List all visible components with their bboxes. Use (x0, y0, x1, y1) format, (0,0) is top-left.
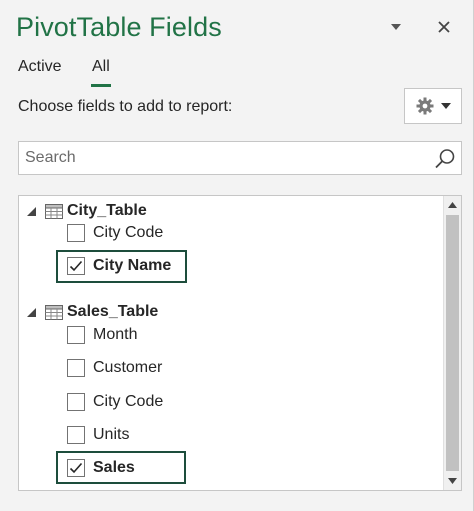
field-city-name[interactable]: City Name (67, 252, 171, 280)
field-label: City Code (93, 393, 164, 410)
field-month[interactable]: Month (67, 321, 137, 349)
field-checkbox[interactable] (67, 257, 85, 275)
field-checkbox[interactable] (67, 426, 85, 444)
field-checkbox[interactable] (67, 326, 85, 344)
triangle-down-icon (26, 206, 36, 216)
table-icon (45, 304, 63, 320)
scroll-thumb[interactable] (446, 215, 459, 471)
pane-title: PivotTable Fields (16, 12, 222, 42)
close-button[interactable] (432, 14, 456, 40)
field-label: City Name (93, 257, 172, 274)
close-icon (438, 21, 450, 33)
search-input[interactable] (19, 142, 429, 174)
field-city-code[interactable]: City Code (67, 219, 163, 247)
field-label: Customer (93, 359, 163, 376)
field-list: City_Table City Code City Name Sales_Tab… (18, 195, 462, 491)
tab-active[interactable]: Active (18, 58, 62, 76)
field-label: Sales (93, 459, 135, 476)
field-checkbox[interactable] (67, 224, 85, 242)
gear-icon (416, 97, 434, 115)
scroll-up-button[interactable] (444, 196, 461, 214)
choose-fields-label: Choose fields to add to report: (18, 98, 233, 115)
field-label: City Code (93, 224, 164, 241)
table-name: Sales_Table (67, 303, 159, 320)
scroll-down-button[interactable] (444, 472, 461, 490)
search-box (18, 141, 462, 175)
tools-button[interactable] (404, 88, 462, 124)
field-customer[interactable]: Customer (67, 354, 162, 382)
field-label: Units (93, 426, 130, 443)
field-city-code-sales[interactable]: City Code (67, 388, 163, 416)
triangle-down-icon (448, 478, 457, 484)
caret-down-icon (391, 24, 401, 30)
field-sales[interactable]: Sales (67, 454, 135, 482)
pane-options-button[interactable] (384, 14, 408, 40)
checkmark-icon (69, 260, 83, 272)
collapse-toggle[interactable] (25, 306, 37, 318)
field-checkbox[interactable] (67, 393, 85, 411)
active-tab-indicator (91, 84, 111, 87)
checkmark-icon (69, 462, 83, 474)
field-label: Month (93, 326, 138, 343)
table-name: City_Table (67, 202, 147, 219)
vertical-scrollbar[interactable] (443, 196, 461, 490)
tab-all[interactable]: All (92, 58, 110, 76)
caret-down-icon (441, 103, 451, 109)
field-checkbox[interactable] (67, 359, 85, 377)
search-icon[interactable] (433, 147, 457, 171)
field-units[interactable]: Units (67, 421, 129, 449)
triangle-down-icon (26, 307, 36, 317)
table-icon (45, 203, 63, 219)
collapse-toggle[interactable] (25, 205, 37, 217)
triangle-up-icon (448, 202, 457, 208)
pivottable-fields-pane: PivotTable Fields Active All Choose fiel… (0, 0, 474, 511)
field-checkbox[interactable] (67, 459, 85, 477)
